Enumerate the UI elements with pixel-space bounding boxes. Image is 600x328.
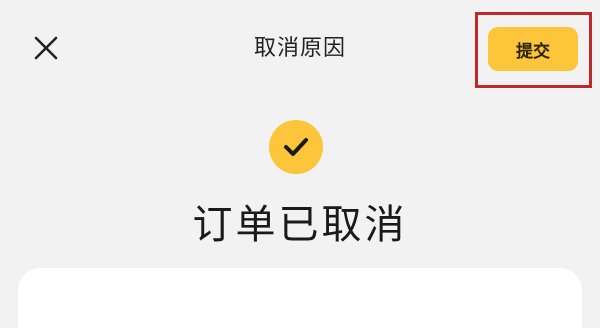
close-icon xyxy=(34,36,58,60)
success-badge xyxy=(269,120,323,174)
checkmark-icon xyxy=(284,138,308,156)
page-title: 取消原因 xyxy=(253,36,346,61)
submit-button[interactable]: 提交 xyxy=(488,27,578,71)
close-button[interactable] xyxy=(28,30,64,66)
order-cancel-screen: 取消原因 提交 订单已取消 xyxy=(0,0,600,328)
content-card xyxy=(18,268,582,328)
order-cancelled-message: 订单已取消 xyxy=(192,202,408,248)
